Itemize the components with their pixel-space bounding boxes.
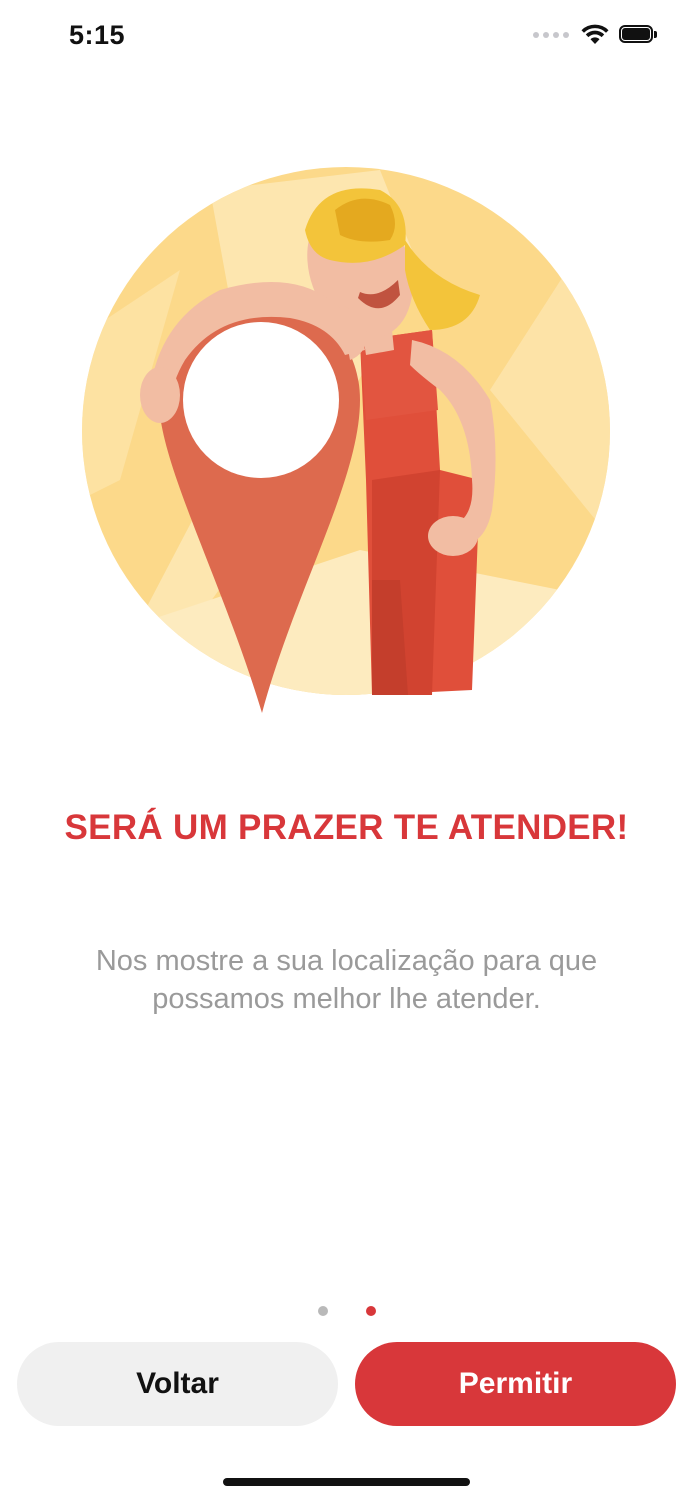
back-button[interactable]: Voltar: [17, 1342, 338, 1426]
page-dot-2-active: [365, 1306, 376, 1316]
battery-icon: [619, 25, 659, 45]
status-icons: [533, 24, 659, 46]
home-indicator[interactable]: [223, 1478, 470, 1486]
wifi-icon: [581, 24, 609, 44]
status-time: 5:15: [69, 20, 126, 50]
page-dot-1: [317, 1306, 328, 1316]
page-indicator: [0, 1306, 693, 1316]
cellular-signal-icon: [533, 32, 569, 38]
allow-location-button[interactable]: Permitir: [355, 1342, 676, 1426]
woman-with-location-pin-illustration: [82, 167, 610, 713]
page-description: Nos mostre a sua localização para que po…: [95, 945, 598, 1015]
status-bar: 5:15: [0, 0, 693, 80]
page-title: SERÁ UM PRAZER TE ATENDER!: [64, 808, 629, 847]
